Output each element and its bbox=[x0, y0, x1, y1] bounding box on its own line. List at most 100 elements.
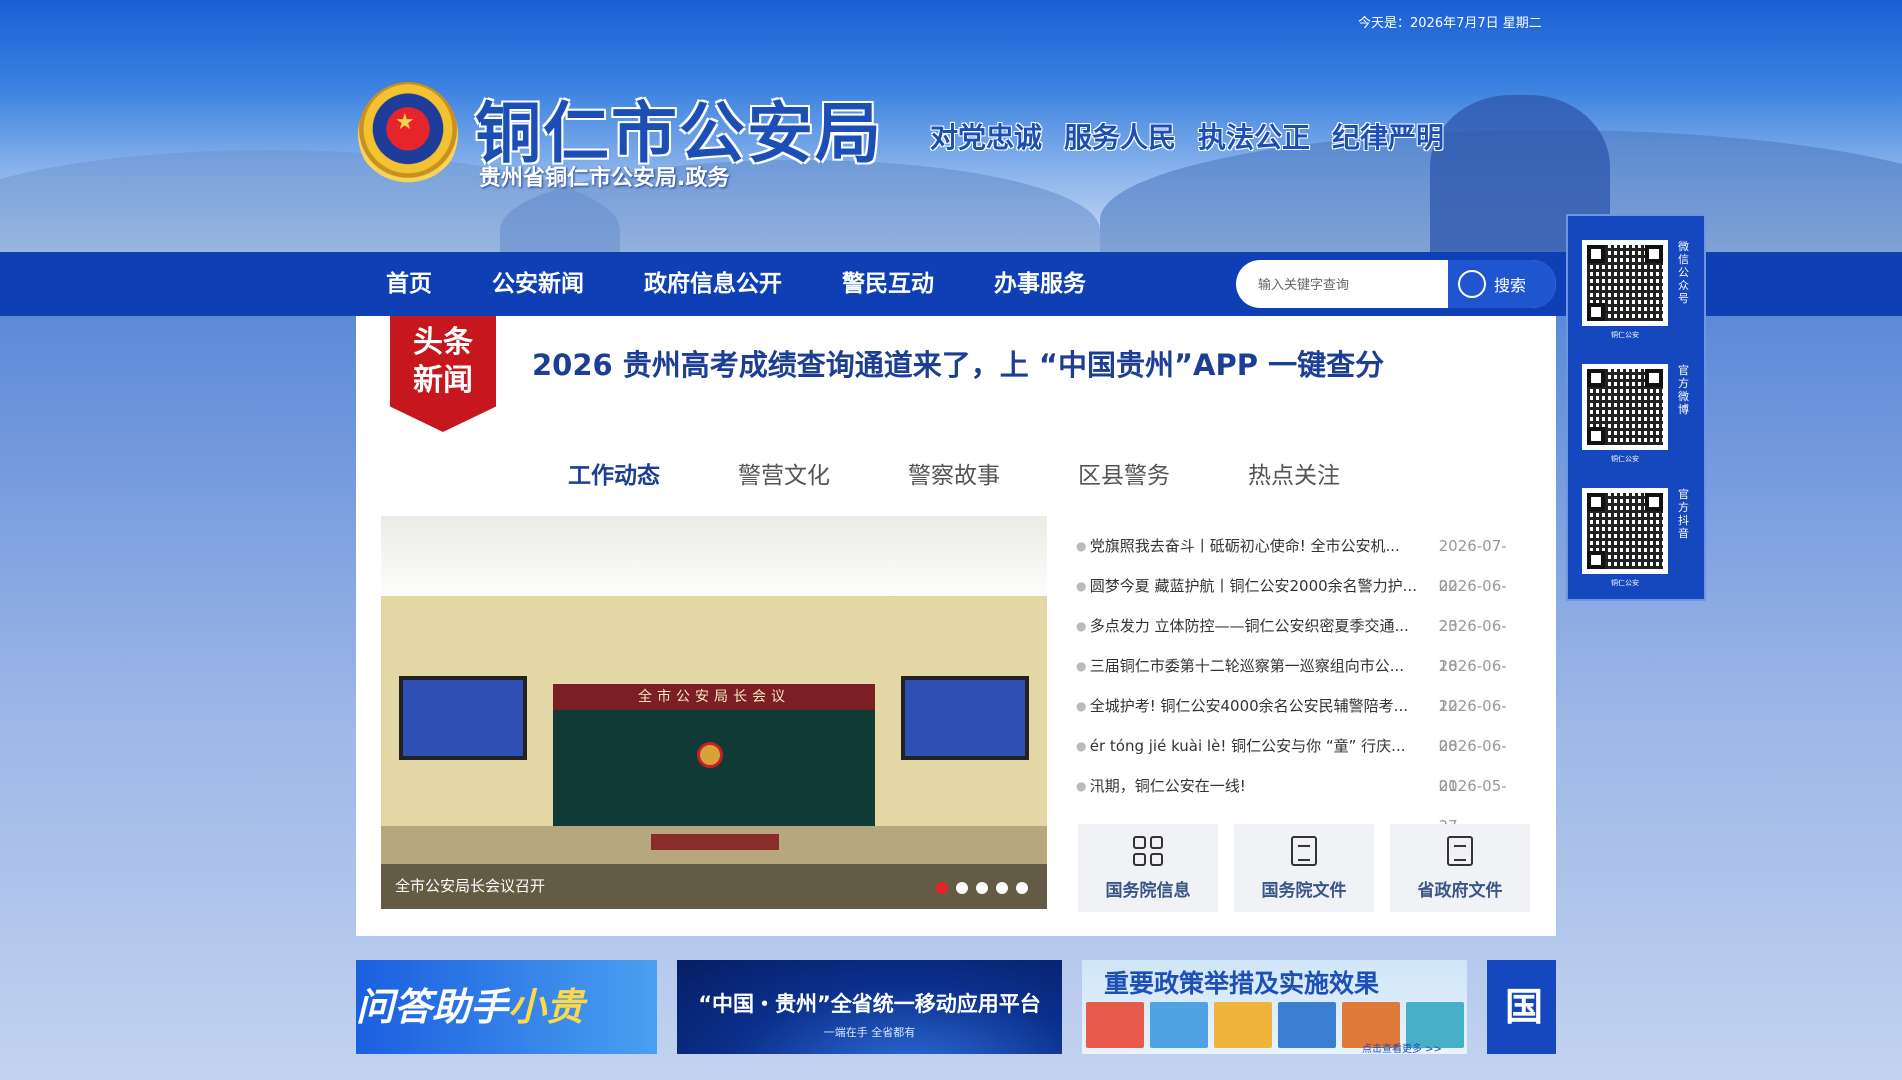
tab-hot-topics[interactable]: 热点关注 bbox=[1248, 456, 1340, 490]
motto-item: 服务人民 bbox=[1064, 121, 1177, 154]
list-item[interactable]: ●汛期，铜仁公安在一线!2026-05-27 bbox=[1076, 766, 1524, 835]
document-icon bbox=[1291, 836, 1317, 866]
news-title[interactable]: 全城护考! 铜仁公安4000余名公安民辅警陪考... bbox=[1090, 686, 1439, 726]
qr-label: 微信公众号 bbox=[1678, 240, 1689, 305]
list-item[interactable]: ● 党旗照我去奋斗丨砥砺初心使命! 全市公安机... 2026-07-02 bbox=[1076, 526, 1524, 595]
news-list: ● 党旗照我去奋斗丨砥砺初心使命! 全市公安机... 2026-07-02 ● 圆梦今… bbox=[1076, 526, 1524, 835]
list-item[interactable]: ● 全城护考! 铜仁公安4000余名公安民辅警陪考... 2026-06-08 bbox=[1076, 686, 1524, 755]
quick-link-label: 国务院文件 bbox=[1261, 881, 1347, 901]
list-item[interactable]: ● 三届铜仁市委第十二轮巡察第一巡察组向市公... 2026-06-12 bbox=[1076, 646, 1524, 715]
slide-photo-banner: 全市公安局长会议 bbox=[553, 684, 875, 710]
qr-name: 铜仁公安 bbox=[1611, 331, 1639, 339]
news-title[interactable]: ér tóng jié kuài lè! 铜仁公安与你 “童” 行庆... bbox=[1090, 726, 1439, 766]
qr-code-icon bbox=[1582, 488, 1668, 574]
news-date: 2026-05-27 bbox=[1438, 777, 1507, 835]
slider-dot[interactable] bbox=[936, 882, 948, 894]
tab-work-news[interactable]: 工作动态 bbox=[568, 456, 660, 490]
banner-slogan: 一端在手 全省都有 bbox=[823, 1026, 916, 1039]
bullet-icon: ● bbox=[1076, 539, 1087, 553]
nav-item-home[interactable]: 首页 bbox=[386, 252, 432, 316]
banner-more-link: 点击查看更多 >> bbox=[1362, 1044, 1442, 1054]
motto-item: 执法公正 bbox=[1198, 121, 1311, 154]
search-button-label: 搜索 bbox=[1494, 276, 1527, 295]
headline-link[interactable]: 2026 贵州高考成绩查询通道来了，上 “中国贵州”APP 一键查分 bbox=[532, 342, 1384, 384]
nav-item-services[interactable]: 办事服务 bbox=[994, 252, 1086, 316]
motto-item: 对党忠诚 bbox=[930, 121, 1043, 154]
badge-line: 头条 bbox=[413, 325, 473, 360]
bullet-icon: ● bbox=[1076, 779, 1087, 793]
slide-photo-screen bbox=[399, 676, 527, 760]
bullet-icon: ● bbox=[1076, 579, 1087, 593]
slide-photo-emblem bbox=[697, 742, 723, 768]
slider-dot[interactable] bbox=[1016, 882, 1028, 894]
quick-link-provincial-docs[interactable]: 省政府文件 bbox=[1390, 824, 1530, 912]
nav-item-gov-info[interactable]: 政府信息公开 bbox=[644, 252, 782, 316]
qr-code-icon bbox=[1582, 240, 1668, 326]
qr-wechat[interactable]: 铜仁公安 微信公众号 bbox=[1582, 240, 1689, 340]
slider-dot[interactable] bbox=[956, 882, 968, 894]
news-date: 2026-06-23 bbox=[1438, 577, 1507, 635]
search-button[interactable]: 搜索 bbox=[1448, 260, 1556, 308]
news-title[interactable]: 汛期，铜仁公安在一线! bbox=[1090, 766, 1439, 806]
banner-policy[interactable]: 重要政策举措及实施效果 点击查看更多 >> bbox=[1082, 960, 1467, 1054]
quick-link-label: 省政府文件 bbox=[1417, 881, 1503, 901]
banner-text: 问答助手 bbox=[356, 985, 509, 1029]
quick-links: 国务院信息 国务院文件 省政府文件 bbox=[1078, 824, 1530, 912]
quick-link-state-council-info[interactable]: 国务院信息 bbox=[1078, 824, 1218, 912]
news-date: 2026-07-02 bbox=[1438, 537, 1507, 595]
motto: 对党忠诚 服务人民 执法公正 纪律严明 bbox=[930, 116, 1444, 156]
search-icon bbox=[1458, 270, 1486, 298]
quick-link-state-council-docs[interactable]: 国务院文件 bbox=[1234, 824, 1374, 912]
slide-photo-screen bbox=[901, 676, 1029, 760]
search-input[interactable] bbox=[1258, 260, 1458, 308]
news-date: 2026-06-12 bbox=[1438, 657, 1507, 715]
tab-county-police[interactable]: 区县警务 bbox=[1078, 456, 1170, 490]
news-date: 2026-06-18 bbox=[1438, 617, 1507, 675]
news-title[interactable]: 圆梦今夏 藏蓝护航丨铜仁公安2000余名警力护... bbox=[1090, 566, 1439, 606]
news-title[interactable]: 党旗照我去奋斗丨砥砺初心使命! 全市公安机... bbox=[1090, 526, 1439, 566]
headline-badge: 头条 新闻 bbox=[390, 316, 496, 432]
current-date: 今天是：2026年7月7日 星期二 bbox=[1358, 16, 1542, 31]
qr-name: 铜仁公安 bbox=[1611, 455, 1639, 463]
motto-item: 纪律严明 bbox=[1332, 121, 1445, 154]
grid-icon bbox=[1133, 836, 1163, 866]
slider-dots bbox=[936, 882, 1028, 894]
nav-item-interaction[interactable]: 警民互动 bbox=[842, 252, 934, 316]
promo-banners: 问答助手小贵 “中国・贵州”全省统一移动应用平台 一端在手 全省都有 重要政策举… bbox=[356, 960, 1556, 1054]
qr-code-panel: 铜仁公安 微信公众号 铜仁公安 官方微博 铜仁公安 官方抖音 bbox=[1566, 214, 1706, 601]
qr-weibo[interactable]: 铜仁公安 官方微博 bbox=[1582, 364, 1689, 464]
banner-accent-text: 小贵 bbox=[508, 985, 585, 1029]
news-title[interactable]: 多点发力 立体防控——铜仁公安织密夏季交通... bbox=[1090, 606, 1439, 646]
bullet-icon: ● bbox=[1076, 619, 1087, 633]
site-subtitle: 贵州省铜仁市公安局.政务 bbox=[479, 166, 730, 191]
bullet-icon: ● bbox=[1076, 739, 1087, 753]
tab-police-culture[interactable]: 警营文化 bbox=[738, 456, 830, 490]
qr-name: 铜仁公安 bbox=[1611, 579, 1639, 587]
qr-code-icon bbox=[1582, 364, 1668, 450]
banner-mobile-platform[interactable]: “中国・贵州”全省统一移动应用平台 一端在手 全省都有 bbox=[677, 960, 1062, 1054]
news-tabs: 工作动态 警营文化 警察故事 区县警务 热点关注 bbox=[568, 456, 1418, 490]
bullet-icon: ● bbox=[1076, 699, 1087, 713]
qr-douyin[interactable]: 铜仁公安 官方抖音 bbox=[1582, 488, 1689, 588]
banner-assistant[interactable]: 问答助手小贵 bbox=[356, 960, 657, 1054]
banner-title: “中国・贵州”全省统一移动应用平台 bbox=[698, 992, 1041, 1016]
slider-dot[interactable] bbox=[996, 882, 1008, 894]
quick-link-label: 国务院信息 bbox=[1105, 881, 1191, 901]
news-title[interactable]: 三届铜仁市委第十二轮巡察第一巡察组向市公... bbox=[1090, 646, 1439, 686]
bullet-icon: ● bbox=[1076, 659, 1087, 673]
slider-dot[interactable] bbox=[976, 882, 988, 894]
police-emblem-icon[interactable]: ★ bbox=[358, 82, 458, 186]
slide-photo-table bbox=[651, 834, 779, 850]
nav-item-police-news[interactable]: 公安新闻 bbox=[492, 252, 584, 316]
badge-line: 新闻 bbox=[413, 363, 473, 398]
banner-partial[interactable]: 国 bbox=[1487, 960, 1556, 1054]
list-item[interactable]: ● ér tóng jié kuài lè! 铜仁公安与你 “童” 行庆... 20… bbox=[1076, 726, 1524, 795]
clipboard-icon bbox=[1447, 836, 1473, 866]
list-item[interactable]: ● 圆梦今夏 藏蓝护航丨铜仁公安2000余名警力护... 2026-06-23 bbox=[1076, 566, 1524, 635]
tab-police-stories[interactable]: 警察故事 bbox=[908, 456, 1000, 490]
list-item[interactable]: ● 多点发力 立体防控——铜仁公安织密夏季交通... 2026-06-18 bbox=[1076, 606, 1524, 675]
slide-photo-ceiling bbox=[381, 516, 1047, 596]
qr-label: 官方抖音 bbox=[1678, 488, 1689, 540]
news-slider[interactable]: 全市公安局长会议 全市公安局长会议召开 bbox=[381, 516, 1047, 909]
qr-label: 官方微博 bbox=[1678, 364, 1689, 416]
